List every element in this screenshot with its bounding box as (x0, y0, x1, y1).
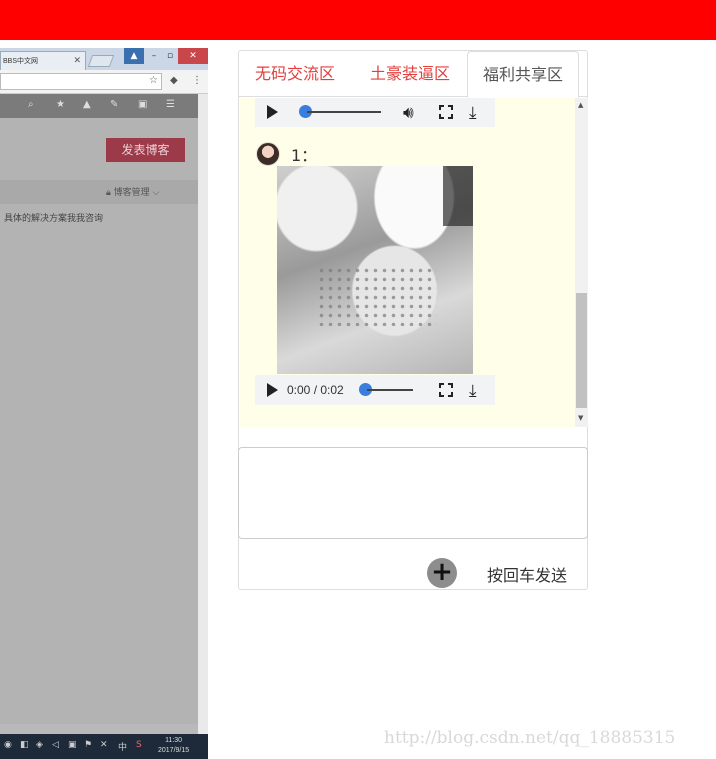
site-page: 发表博客 🔒︎ 博客管理 ⌵ 具体的解决方案我我咨询 (0, 118, 198, 724)
browser-tab-title: BBS中文网 (3, 58, 39, 65)
tab-wuma[interactable]: 无码交流区 (239, 51, 351, 97)
scroll-down-icon[interactable]: ▼ (578, 414, 583, 422)
clock-date: 2017/9/15 (158, 747, 190, 754)
embedded-browser-screenshot: BBS中文网 ✕ ▲ – ▫ ✕ ☆ ◆ ⋮ ⌕ ★ ▲ ✎ ▣ ☰ 发表博客 … (0, 48, 208, 759)
edit-icon[interactable]: ✎ (110, 99, 118, 110)
play-icon[interactable] (267, 383, 278, 397)
manage-strip (0, 180, 198, 204)
taskbar-clock[interactable]: 11:30 2017/9/15 (158, 736, 189, 756)
window-close-icon[interactable]: ✕ (178, 48, 208, 64)
chat-tabs: 无码交流区 土豪装逼区 福利共享区 (239, 51, 587, 98)
download-icon[interactable]: ⤓ (469, 381, 477, 401)
url-field[interactable] (0, 73, 162, 90)
avatar (256, 142, 280, 166)
user-icon[interactable]: ▲ (124, 48, 144, 64)
avatar[interactable]: ▣ (138, 99, 147, 110)
site-navbar: ⌕ ★ ▲ ✎ ▣ ☰ (0, 94, 198, 118)
windows-taskbar: ◉ ◧ ◈ ◁ ▣ ⚑ ✕ 中 S 11:30 2017/9/15 (0, 734, 208, 759)
message-image[interactable] (277, 166, 473, 374)
close-icon[interactable]: ✕ (73, 55, 81, 66)
browser-titlebar: BBS中文网 ✕ ▲ – ▫ ✕ (0, 48, 208, 70)
fullscreen-icon[interactable] (439, 105, 453, 119)
flag-icon[interactable]: ⚑ (84, 740, 92, 750)
lace-pattern (317, 266, 437, 326)
play-icon[interactable] (267, 105, 278, 119)
star-icon[interactable]: ★ (56, 99, 65, 110)
send-hint: 按回车发送 (487, 566, 568, 585)
blog-manage-label: 博客管理 (113, 188, 150, 198)
search-icon[interactable]: ⌕ (28, 99, 34, 110)
hamburger-icon[interactable]: ☰ (166, 99, 175, 110)
audio-time: 0:00 / 0:02 (287, 383, 344, 397)
chat-icon[interactable]: ◈ (36, 740, 43, 750)
message-input[interactable] (238, 447, 588, 539)
speaker-icon[interactable]: ◁ (52, 740, 59, 750)
top-red-bar (0, 0, 716, 40)
scroll-thumb[interactable] (576, 293, 587, 408)
browser-tab[interactable]: BBS中文网 ✕ (0, 51, 86, 70)
extension-icon[interactable]: ◆ (170, 75, 178, 86)
watermark: http://blog.csdn.net/qq_18885315 (384, 728, 676, 748)
ime-label[interactable]: 中 (118, 740, 127, 753)
address-bar: ☆ ◆ ⋮ (0, 70, 208, 94)
browser-scrollbar[interactable] (198, 94, 208, 734)
progress-track[interactable] (307, 111, 381, 113)
audio-player[interactable]: 0:00 / 0:02 ⤓ (255, 375, 495, 405)
blog-manage-link[interactable]: 🔒︎ 博客管理 ⌵ (106, 185, 159, 198)
lock-icon: 🔒︎ (106, 188, 114, 198)
progress-track[interactable] (367, 389, 413, 391)
image-shadow (443, 166, 473, 226)
audio-player[interactable]: 🔊︎ ⤓ (255, 98, 495, 127)
restore-icon[interactable]: ▫ (160, 48, 180, 64)
new-tab-button[interactable] (87, 55, 115, 67)
download-icon[interactable]: ⤓ (469, 103, 477, 123)
network-icon[interactable]: ◧ (20, 740, 29, 750)
bell-icon[interactable]: ▲ (83, 99, 91, 110)
star-icon[interactable]: ☆ (149, 75, 158, 86)
qq-icon[interactable]: ◉ (4, 740, 12, 750)
sogou-icon[interactable]: S (136, 740, 142, 750)
tab-tuhao[interactable]: 土豪装逼区 (354, 51, 466, 97)
add-attachment-button[interactable]: + (427, 558, 457, 588)
tab-fuli[interactable]: 福利共享区 (467, 51, 579, 98)
hint-text: 具体的解决方案我我咨询 (4, 214, 104, 224)
message-scrollbar[interactable]: ▲ ▼ (575, 98, 588, 427)
display-icon[interactable]: ▣ (68, 740, 77, 750)
menu-dots-icon[interactable]: ⋮ (192, 75, 202, 86)
volume-icon[interactable]: 🔊︎ (403, 103, 414, 123)
message-username: 1： (291, 146, 318, 165)
chat-panel: 无码交流区 土豪装逼区 福利共享区 🔊︎ ⤓ 1： 0:00 / 0:02 ⤓ … (238, 50, 588, 590)
clock-time: 11:30 (165, 737, 183, 744)
message-list[interactable]: 🔊︎ ⤓ 1： 0:00 / 0:02 ⤓ ▲ ▼ (240, 98, 588, 427)
scroll-up-icon[interactable]: ▲ (578, 101, 583, 109)
mute-icon[interactable]: ✕ (100, 740, 108, 750)
publish-blog-button[interactable]: 发表博客 (106, 138, 185, 162)
fullscreen-icon[interactable] (439, 383, 453, 397)
